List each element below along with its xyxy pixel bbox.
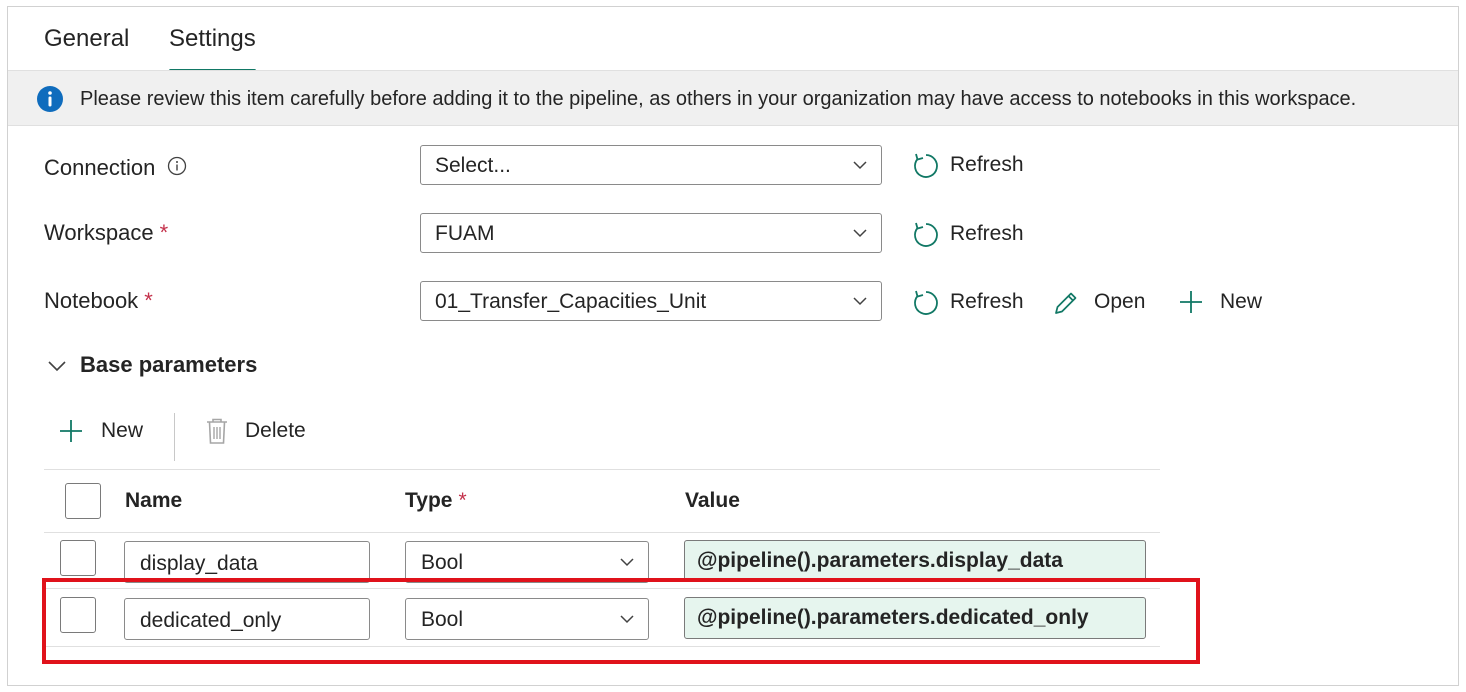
tab-general[interactable]: General bbox=[44, 25, 129, 53]
workspace-value: FUAM bbox=[435, 222, 495, 245]
refresh-icon bbox=[914, 290, 938, 315]
workspace-refresh-button[interactable]: Refresh bbox=[912, 220, 1032, 250]
connection-value: Select... bbox=[435, 154, 511, 177]
parameter-type-value: Bool bbox=[421, 551, 464, 574]
workspace-label-text: Workspace bbox=[44, 220, 154, 245]
workspace-label: Workspace * bbox=[44, 220, 168, 246]
refresh-label: Refresh bbox=[950, 222, 1024, 245]
connection-label-text: Connection bbox=[44, 155, 156, 180]
delete-label: Delete bbox=[245, 419, 306, 442]
parameter-type-dropdown[interactable]: Bool bbox=[405, 541, 649, 583]
notebook-label: Notebook * bbox=[44, 288, 153, 314]
select-all-checkbox[interactable] bbox=[65, 483, 101, 519]
plus-icon bbox=[60, 420, 82, 442]
column-header-value: Value bbox=[685, 489, 740, 512]
chevron-down-icon bbox=[853, 161, 867, 170]
refresh-label: Refresh bbox=[950, 290, 1024, 313]
refresh-icon bbox=[914, 222, 938, 247]
parameter-value-expression: @pipeline().parameters.display_data bbox=[697, 549, 1063, 572]
notebook-value: 01_Transfer_Capacities_Unit bbox=[435, 290, 707, 313]
notebook-refresh-button[interactable]: Refresh bbox=[912, 288, 1032, 318]
new-parameter-label: New bbox=[101, 419, 144, 442]
trash-icon bbox=[207, 418, 227, 444]
column-header-name: Name bbox=[125, 489, 183, 512]
notebook-new-button[interactable]: New bbox=[1178, 288, 1268, 318]
chevron-down-icon bbox=[48, 361, 66, 372]
new-label: New bbox=[1220, 290, 1263, 313]
refresh-label: Refresh bbox=[950, 153, 1024, 176]
parameter-name-input[interactable]: display_data bbox=[124, 541, 370, 583]
tab-settings-label: Settings bbox=[169, 25, 256, 52]
chevron-down-icon bbox=[853, 297, 867, 306]
settings-panel: General Settings Please review this item… bbox=[7, 6, 1459, 686]
pencil-icon bbox=[1055, 292, 1077, 314]
connection-refresh-button[interactable]: Refresh bbox=[912, 151, 1032, 181]
open-label: Open bbox=[1094, 290, 1146, 313]
type-header-text: Type bbox=[405, 489, 453, 512]
notebook-label-text: Notebook bbox=[44, 288, 139, 313]
parameter-value-input[interactable]: @pipeline().parameters.display_data bbox=[684, 540, 1146, 582]
required-marker: * bbox=[144, 288, 153, 313]
info-icon bbox=[37, 86, 63, 112]
base-parameters-title: Base parameters bbox=[80, 352, 258, 377]
highlight-annotation bbox=[42, 578, 1200, 664]
required-marker: * bbox=[458, 489, 467, 512]
row-checkbox[interactable] bbox=[60, 540, 96, 576]
tab-settings[interactable]: Settings bbox=[169, 25, 256, 72]
parameter-name-value: display_data bbox=[140, 552, 258, 575]
table-header-border bbox=[44, 532, 1160, 533]
add-parameter-button[interactable]: New bbox=[58, 417, 158, 447]
info-banner: Please review this item carefully before… bbox=[8, 70, 1458, 126]
column-header-type: Type * bbox=[405, 489, 467, 513]
help-icon[interactable] bbox=[167, 156, 187, 176]
notebook-dropdown[interactable]: 01_Transfer_Capacities_Unit bbox=[420, 281, 882, 321]
connection-dropdown[interactable]: Select... bbox=[420, 145, 882, 185]
required-marker: * bbox=[159, 220, 169, 245]
plus-icon bbox=[1180, 291, 1202, 313]
workspace-dropdown[interactable]: FUAM bbox=[420, 213, 882, 253]
connection-label: Connection bbox=[44, 155, 187, 181]
chevron-down-icon bbox=[620, 558, 634, 567]
chevron-down-icon bbox=[853, 229, 867, 238]
delete-parameter-button[interactable]: Delete bbox=[204, 417, 324, 447]
table-top-border bbox=[44, 469, 1160, 470]
toolbar-divider bbox=[174, 413, 175, 461]
banner-message: Please review this item carefully before… bbox=[80, 88, 1357, 110]
notebook-open-button[interactable]: Open bbox=[1052, 288, 1152, 318]
refresh-icon bbox=[914, 153, 938, 178]
